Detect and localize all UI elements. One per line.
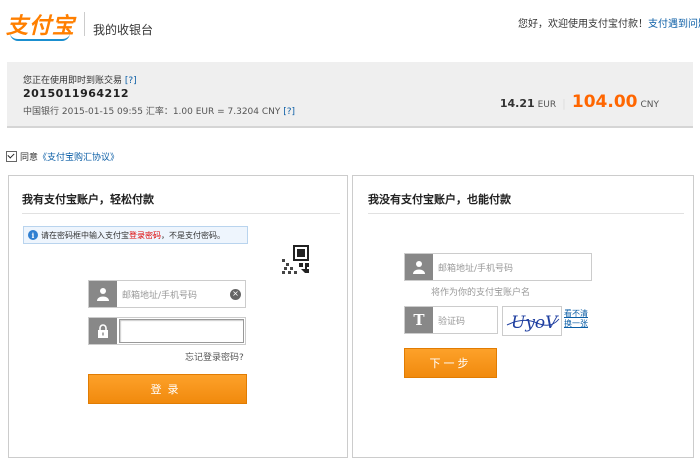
divider xyxy=(368,213,684,214)
captcha-placeholder: 验证码 xyxy=(438,316,466,327)
password-tip-text: 请在密码框中输入支付宝 xyxy=(41,230,129,240)
captcha-image[interactable]: UyoV xyxy=(502,306,562,336)
page-title: 我的收银台 xyxy=(93,23,154,37)
order-type-help-link[interactable]: [?] xyxy=(125,76,137,86)
help-link[interactable]: 支付遇到问题? xyxy=(648,19,700,30)
guest-panel-title: 我没有支付宝账户，也能付款 xyxy=(368,193,511,206)
order-type-text: 您正在使用即时到账交易 xyxy=(23,76,123,86)
currency-cny: CNY xyxy=(640,100,659,110)
amounts: 14.21 EUR | 104.00 CNY xyxy=(500,92,659,112)
guest-account-placeholder: 邮箱地址/手机号码 xyxy=(438,263,514,274)
login-panel-title: 我有支付宝账户，轻松付款 xyxy=(22,193,154,206)
login-panel: 我有支付宝账户，轻松付款 i 请在密码框中输入支付宝登录密码，不是支付密码。 xyxy=(8,175,348,458)
greeting-text: 您好，欢迎使用支付宝付款！ xyxy=(518,19,648,30)
currency-foreign: EUR xyxy=(537,100,557,110)
captcha-field[interactable]: T 验证码 xyxy=(404,306,498,334)
user-icon xyxy=(405,254,433,280)
exchange-rate-text: 中国银行 2015-01-15 09:55 汇率：1.00 EUR = 7.32… xyxy=(23,107,281,117)
login-account-field[interactable]: 邮箱地址/手机号码 × xyxy=(88,280,246,308)
amount-cny: 104.00 xyxy=(571,92,638,112)
agreement-prefix: 同意 xyxy=(20,153,39,163)
captcha-text: UyoV xyxy=(511,313,559,333)
info-icon: i xyxy=(28,230,38,240)
agreement-row: 同意 《支付宝购汇协议》 xyxy=(6,150,119,163)
agreement-link[interactable]: 《支付宝购汇协议》 xyxy=(38,150,119,163)
password-tip: i 请在密码框中输入支付宝 登录密码 ，不是支付密码。 xyxy=(23,226,248,244)
next-button[interactable]: 下一步 xyxy=(404,348,497,378)
password-tip-text-end: ，不是支付密码。 xyxy=(161,230,225,240)
login-account-placeholder: 邮箱地址/手机号码 xyxy=(122,290,198,301)
password-input[interactable] xyxy=(119,319,244,343)
divider xyxy=(22,213,340,214)
text-icon: T xyxy=(405,307,433,333)
alipay-logo[interactable]: 支付宝 xyxy=(6,10,75,41)
qr-code-icon[interactable] xyxy=(279,243,311,275)
order-number: 2015011964212 xyxy=(23,87,129,100)
user-icon xyxy=(89,281,117,307)
order-summary: 您正在使用即时到账交易 [?] 2015011964212 中国银行 2015-… xyxy=(7,62,693,128)
exchange-rate: 中国银行 2015-01-15 09:55 汇率：1.00 EUR = 7.32… xyxy=(23,104,295,117)
clear-icon[interactable]: × xyxy=(230,288,241,300)
greeting: 您好，欢迎使用支付宝付款！支付遇到问题? xyxy=(518,15,700,30)
amount-separator: | xyxy=(562,97,566,110)
order-type-label: 您正在使用即时到账交易 [?] xyxy=(23,73,137,86)
lock-icon xyxy=(89,318,117,344)
exchange-rate-help-link[interactable]: [?] xyxy=(283,107,295,117)
logo-swoosh xyxy=(10,33,70,41)
forgot-password-link[interactable]: 忘记登录密码? xyxy=(185,350,244,363)
header-divider xyxy=(84,12,85,36)
captcha-refresh-link[interactable]: 看不清换一张 xyxy=(564,309,594,329)
login-password-field[interactable] xyxy=(88,317,246,345)
guest-account-hint: 将作为你的支付宝账户名 xyxy=(431,288,531,298)
login-button[interactable]: 登录 xyxy=(88,374,247,404)
guest-panel: 我没有支付宝账户，也能付款 邮箱地址/手机号码 将作为你的支付宝账户名 T 验证… xyxy=(352,175,694,458)
amount-foreign: 14.21 xyxy=(499,97,535,110)
password-tip-highlight: 登录密码 xyxy=(129,230,161,240)
guest-account-field[interactable]: 邮箱地址/手机号码 xyxy=(404,253,592,281)
agreement-checkbox[interactable] xyxy=(6,151,17,162)
